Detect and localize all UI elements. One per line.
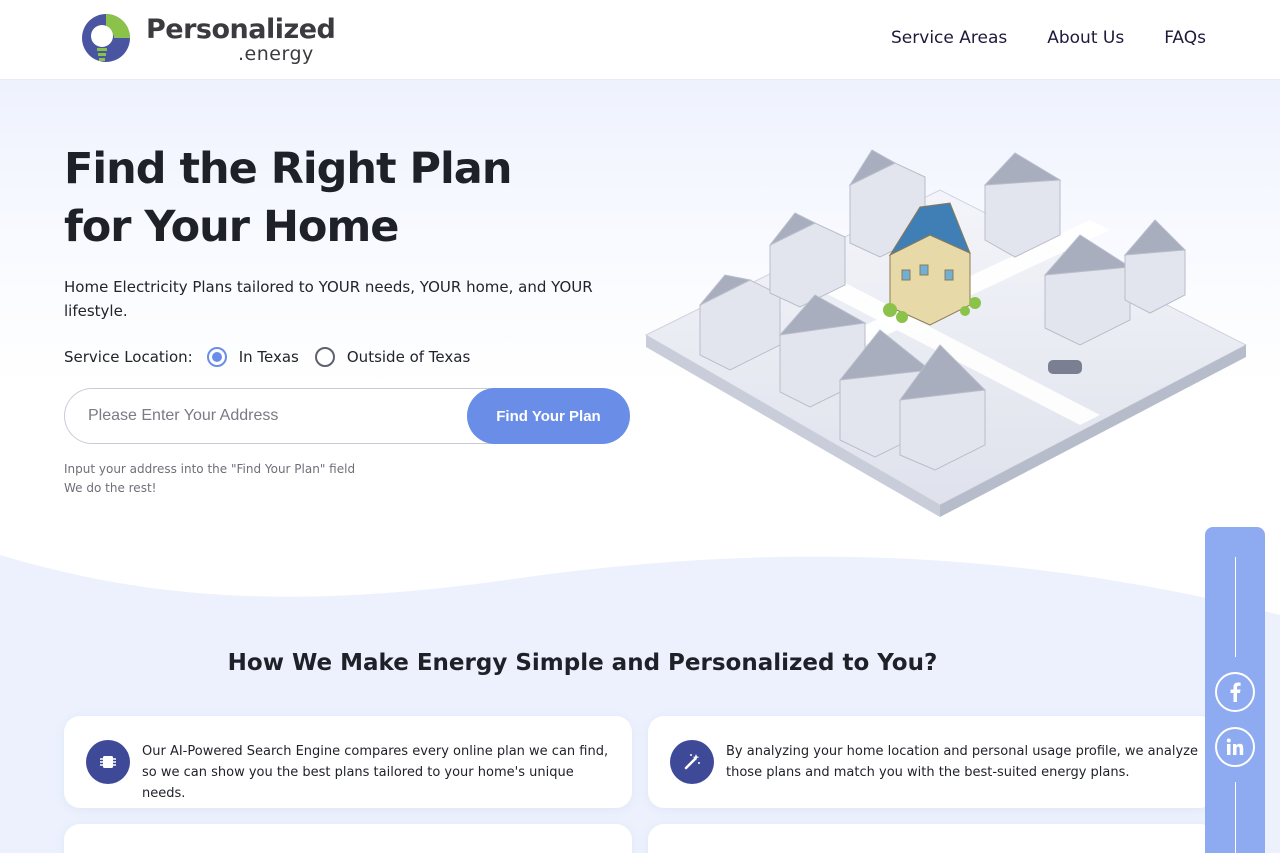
radio-in-texas-indicator[interactable] xyxy=(206,347,227,367)
service-location-label: Service Location: xyxy=(64,348,193,366)
hero-section: Find the Right Plan for Your Home Home E… xyxy=(0,80,1280,853)
chip-icon xyxy=(86,740,130,784)
neighborhood-illustration xyxy=(644,149,1248,517)
hint-line2: We do the rest! xyxy=(64,481,157,495)
site-header: Personalized .energy Service Areas About… xyxy=(0,0,1280,80)
nav-service-areas[interactable]: Service Areas xyxy=(891,28,1007,48)
feature-card-text: Our AI-Powered Search Engine compares ev… xyxy=(142,744,609,801)
hero-subtitle: Home Electricity Plans tailored to YOUR … xyxy=(64,278,593,320)
address-search: Find Your Plan xyxy=(64,388,630,444)
facebook-icon[interactable] xyxy=(1215,672,1255,712)
linkedin-icon[interactable] xyxy=(1215,727,1255,767)
logo-wordmark: Personalized xyxy=(146,14,336,45)
hero-title-line2: for Your Home xyxy=(64,202,399,252)
feature-card-text: By analyzing your home location and pers… xyxy=(726,744,1198,780)
find-your-plan-button[interactable]: Find Your Plan xyxy=(467,388,630,444)
social-sidebar xyxy=(1205,527,1265,853)
hint-line1: Input your address into the "Find Your P… xyxy=(64,462,356,476)
social-divider xyxy=(1235,782,1236,853)
radio-outside-texas-label: Outside of Texas xyxy=(346,348,471,366)
address-input[interactable] xyxy=(64,388,534,444)
feature-card-partial xyxy=(64,824,632,853)
logo-suffix: .energy xyxy=(238,43,314,65)
search-hint: Input your address into the "Find Your P… xyxy=(64,460,355,498)
logo[interactable]: Personalized .energy xyxy=(80,12,336,68)
radio-outside-texas-indicator[interactable] xyxy=(314,347,335,367)
service-location: Service Location: In Texas Outside of Te… xyxy=(64,347,486,367)
feature-card: By analyzing your home location and pers… xyxy=(648,716,1216,808)
feature-card-partial xyxy=(648,824,1216,853)
logo-bulb-icon xyxy=(82,14,130,62)
social-divider xyxy=(1235,557,1236,657)
magic-wand-icon xyxy=(670,740,714,784)
section-title: How We Make Energy Simple and Personaliz… xyxy=(227,650,938,676)
radio-in-texas-label: In Texas xyxy=(238,348,299,366)
hero-title: Find the Right Plan for Your Home xyxy=(64,140,584,256)
radio-in-texas[interactable]: In Texas xyxy=(206,347,299,367)
nav-faqs[interactable]: FAQs xyxy=(1164,28,1206,48)
feature-card: Our AI-Powered Search Engine compares ev… xyxy=(64,716,632,808)
main-nav: Service Areas About Us FAQs xyxy=(891,28,1206,48)
nav-about-us[interactable]: About Us xyxy=(1047,28,1124,48)
hero-title-line1: Find the Right Plan xyxy=(64,144,512,194)
radio-outside-texas[interactable]: Outside of Texas xyxy=(314,347,471,367)
